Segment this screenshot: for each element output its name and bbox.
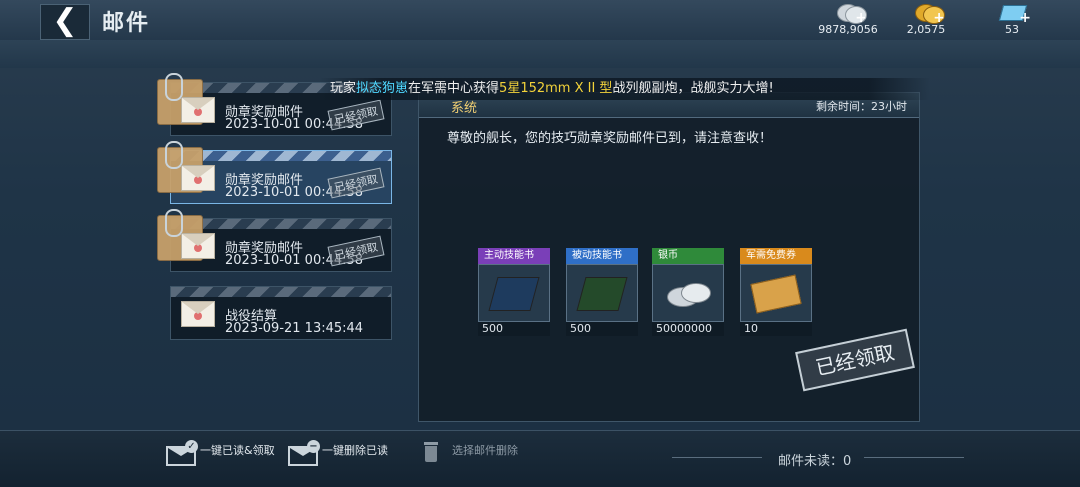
select-delete-button[interactable]: 选择邮件删除 [418, 440, 518, 472]
diamond-icon: + [995, 2, 1031, 26]
mail-stripe [171, 219, 391, 229]
envelope-icon [181, 233, 215, 259]
add-gold-icon[interactable]: + [933, 10, 945, 26]
silver-currency[interactable]: + 9878,9056 [816, 2, 880, 36]
silver-coins-icon: + [831, 2, 867, 26]
add-silver-icon[interactable]: + [855, 10, 867, 26]
trash-icon [418, 440, 448, 462]
passive-skill-book-icon [566, 264, 638, 322]
gold-currency[interactable]: + 2,0575 [894, 2, 958, 36]
attachment-item[interactable]: 主动技能书 500 [478, 248, 550, 336]
gold-value: 2,0575 [906, 23, 946, 36]
header-band [0, 40, 1080, 68]
mail-stripe [171, 151, 391, 161]
attachment-count: 50000000 [652, 322, 724, 336]
mail-item[interactable]: 战役结算 2023-09-21 13:45:44 [170, 286, 392, 340]
read-and-claim-all-label: 一键已读&领取 [200, 444, 275, 457]
ticker-player: 拟态狗崽 [356, 81, 409, 96]
gold-coins-icon: + [909, 2, 945, 26]
delete-read-label: 一键删除已读 [322, 444, 388, 457]
mail-date: 2023-09-21 13:45:44 [225, 321, 364, 336]
diamond-value: 53 [1005, 23, 1019, 36]
unread-count: 邮件未读：0 [778, 454, 852, 469]
attachment-item[interactable]: 军需免费券 10 [740, 248, 812, 336]
mail-item-selected[interactable]: 勋章奖励邮件 2023-10-01 00:44:58 已经领取 [157, 141, 392, 204]
select-delete-label: 选择邮件删除 [452, 444, 518, 457]
ticker-suffix: 战列舰副炮，战舰实力大增! [612, 81, 774, 96]
ticker-item: 5星152mm X II 型 [499, 81, 613, 96]
ticker-middle: 在军需中心获得 [408, 81, 500, 96]
bottom-bar [0, 430, 1080, 487]
mail-body: 尊敬的舰长，您的技巧勋章奖励邮件已到，请注意查收！ [447, 131, 773, 146]
envelope-minus-icon: − [288, 440, 320, 466]
read-and-claim-all-button[interactable]: ✓ 一键已读&领取 [166, 440, 275, 472]
attachment-count: 500 [566, 322, 638, 336]
diamond-currency[interactable]: + 53 [980, 2, 1044, 36]
add-diamond-icon[interactable]: + [1019, 10, 1031, 26]
divider-right [864, 457, 964, 458]
attachment-count: 10 [740, 322, 812, 336]
envelope-icon [181, 97, 215, 123]
ticker-prefix: 玩家 [330, 81, 357, 96]
attachment-count: 500 [478, 322, 550, 336]
attachment-item[interactable]: 被动技能书 500 [566, 248, 638, 336]
divider-left [672, 457, 762, 458]
silver-coin-icon [652, 264, 724, 322]
attachment-label: 主动技能书 [478, 248, 550, 264]
supply-ticket-icon [740, 264, 812, 322]
active-skill-book-icon [478, 264, 550, 322]
delete-read-button[interactable]: − 一键删除已读 [288, 440, 388, 472]
attachment-item[interactable]: 银币 50000000 [652, 248, 724, 336]
silver-value: 9878,9056 [818, 23, 878, 36]
attachment-label: 军需免费券 [740, 248, 812, 264]
envelope-check-icon: ✓ [166, 440, 198, 466]
mail-stripe [171, 287, 391, 297]
broadcast-ticker: 玩家拟态狗崽在军需中心获得5星152mm X II 型战列舰副炮，战舰实力大增! [320, 78, 930, 100]
attachment-label: 被动技能书 [566, 248, 638, 264]
envelope-icon [181, 165, 215, 191]
mail-item[interactable]: 勋章奖励邮件 2023-10-01 00:44:58 已经领取 [157, 209, 392, 272]
envelope-icon [181, 301, 215, 327]
attachment-label: 银币 [652, 248, 724, 264]
back-button[interactable]: ❮ [40, 4, 90, 40]
page-title: 邮件 [102, 11, 151, 36]
remaining-time: 剩余时间：23小时 [816, 100, 907, 113]
